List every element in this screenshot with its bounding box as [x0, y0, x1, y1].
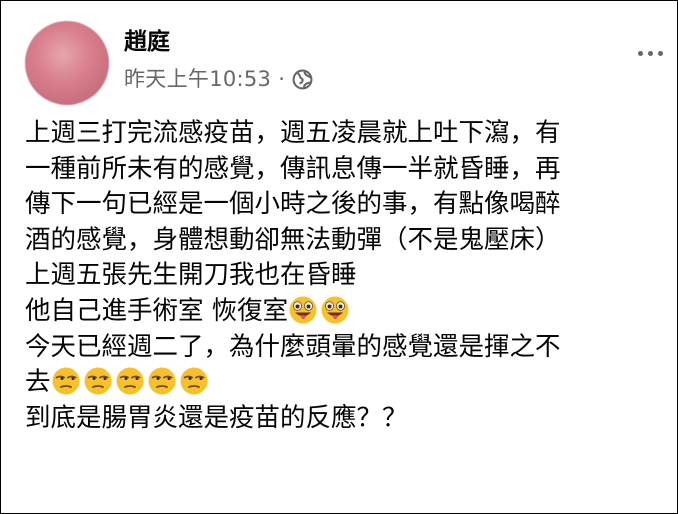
- zany-tongue-emoji: [288, 295, 318, 325]
- post-line: 上週五張先生開刀我也在昏睡: [25, 260, 357, 291]
- zany-tongue-emoji: [320, 295, 350, 325]
- meta-separator: ·: [278, 67, 285, 91]
- post-line: 到底是腸胃炎還是疫苗的反應？？: [25, 402, 408, 433]
- post-line: 一種前所未有的感覺，傳訊息傳一半就昏睡，再: [25, 153, 561, 184]
- post-meta: 昨天上午10:53 ·: [124, 65, 313, 93]
- post-line-with-emoji: 去: [25, 365, 665, 401]
- post-line: 上週三打完流感疫苗，週五凌晨就上吐下瀉，有: [25, 118, 561, 148]
- unamused-emoji: [83, 366, 113, 396]
- post-line: 傳下一句已經是一個小時之後的事，有點像喝醉: [25, 189, 561, 220]
- more-horizontal-icon: [638, 50, 643, 56]
- post-header: 趙庭 昨天上午10:53 ·: [25, 21, 677, 105]
- more-options-button[interactable]: [638, 45, 663, 61]
- unamused-emoji: [179, 366, 209, 396]
- post-line-text: 他自己進手術室 恢復室: [25, 295, 289, 326]
- unamused-emoji: [147, 366, 177, 396]
- post-text: 上週三打完流感疫苗，週五凌晨就上吐下瀉，有 一種前所未有的感覺，傳訊息傳一半就昏…: [25, 116, 665, 436]
- unamused-emoji: [51, 366, 81, 396]
- author-name[interactable]: 趙庭: [124, 27, 170, 57]
- post-line: 今天已經週二了，為什麼頭暈的感覺還是揮之不: [25, 331, 561, 362]
- post-line: 酒的感覺，身體想動卻無法動彈（不是鬼壓床）: [25, 224, 561, 255]
- unamused-emoji: [115, 366, 145, 396]
- avatar[interactable]: [25, 21, 109, 105]
- post-card: 趙庭 昨天上午10:53 · 上週三打完流感疫苗，週五凌晨就上吐下瀉，有 一種前…: [0, 0, 678, 514]
- post-line-text: 去: [25, 367, 51, 398]
- globe-icon[interactable]: [292, 69, 313, 90]
- timestamp[interactable]: 昨天上午10:53: [124, 65, 271, 93]
- post-line-with-emoji: 他自己進手術室 恢復室: [25, 294, 665, 330]
